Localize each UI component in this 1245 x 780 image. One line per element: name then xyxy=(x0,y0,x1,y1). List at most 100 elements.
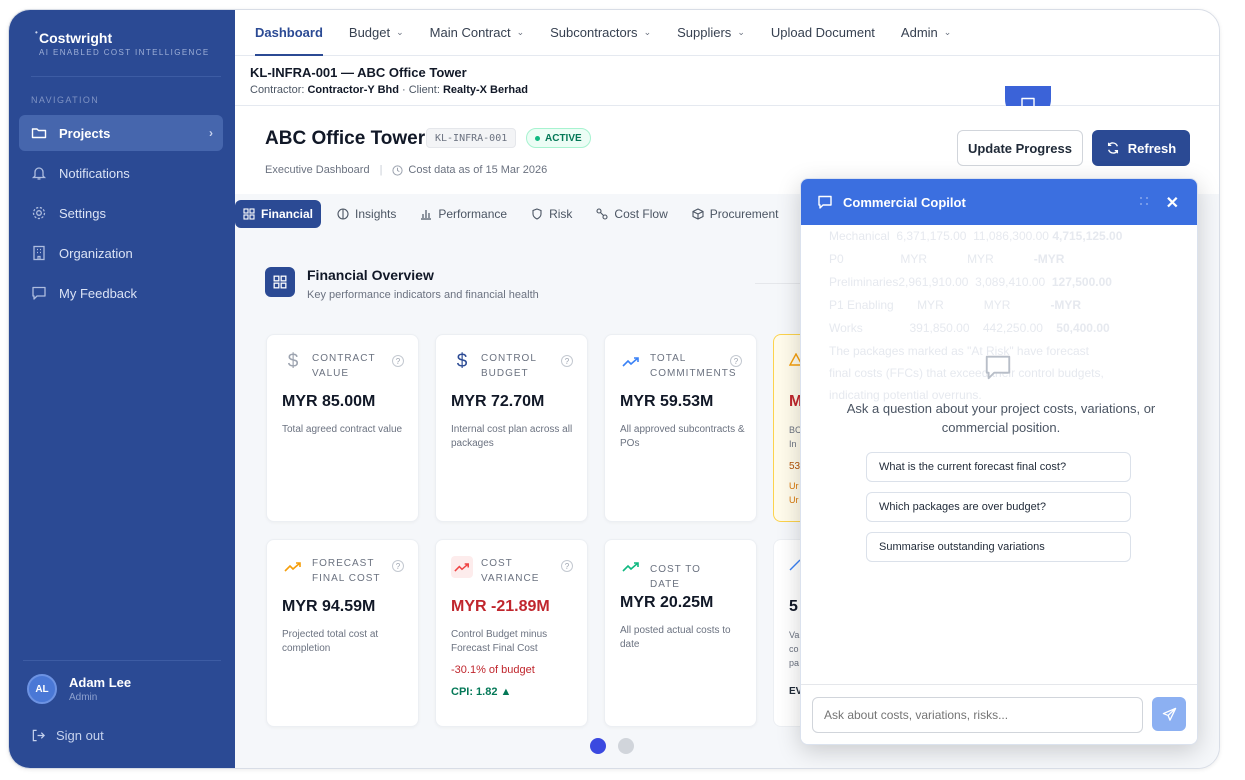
kpi-description: Projected total cost at completion xyxy=(282,629,379,654)
refresh-icon xyxy=(1106,141,1120,155)
kpi-card-control-budget[interactable]: $ CONTROL BUDGET ? MYR 72.70M Internal c… xyxy=(435,334,588,522)
cell: Works xyxy=(829,321,863,335)
sidebar-item-settings[interactable]: Settings xyxy=(19,195,223,231)
tab-admin[interactable]: Admin ⌄ xyxy=(901,10,951,56)
kpi-label: FORECAST FINAL COST xyxy=(312,558,381,584)
user-profile[interactable]: AL Adam Lee Admin xyxy=(27,674,131,704)
project-bar: KL-INFRA-001 — ABC Office Tower Contract… xyxy=(235,56,1219,122)
kpi-description: pa xyxy=(789,658,800,668)
cell: 391,850.00 xyxy=(909,321,970,335)
kpi-description: In xyxy=(789,439,797,449)
top-navigation: Dashboard Budget ⌄ Main Contract ⌄ Subcont… xyxy=(235,10,1219,56)
tab-cost-flow[interactable]: Cost Flow xyxy=(588,200,675,228)
kpi-card-cost-variance[interactable]: COST VARIANCE ? MYR -21.89M Control Budg… xyxy=(435,539,588,727)
kpi-value: MYR 94.59M xyxy=(282,598,376,615)
kpi-label: CONTRACT VALUE xyxy=(312,353,376,379)
page-title: ABC Office Tower xyxy=(265,128,426,149)
section-subtitle: Key performance indicators and financial… xyxy=(307,289,539,301)
brain-icon xyxy=(337,208,349,220)
cell: Mechanical xyxy=(829,229,890,243)
tab-budget[interactable]: Budget ⌄ xyxy=(349,10,404,56)
help-icon[interactable]: ? xyxy=(730,355,742,367)
cell: MYR xyxy=(983,298,1011,312)
cpi-value: CPI: 1.82 ▲ xyxy=(451,686,512,698)
refresh-button[interactable]: Refresh xyxy=(1092,130,1190,166)
tab-main-contract[interactable]: Main Contract ⌄ xyxy=(430,10,524,56)
tab-performance[interactable]: Performance xyxy=(412,200,515,228)
tab-dashboard[interactable]: Dashboard xyxy=(255,10,323,56)
cell: P1 Enabling xyxy=(829,298,894,312)
tab-label: Admin xyxy=(900,25,938,40)
help-icon[interactable]: ? xyxy=(392,355,404,367)
chevron-down-icon: ⌄ xyxy=(643,27,652,37)
kpi-description: co xyxy=(789,644,799,654)
copilot-input[interactable] xyxy=(812,697,1143,733)
tab-suppliers[interactable]: Suppliers ⌄ xyxy=(677,10,745,56)
suggestion-chip[interactable]: Summarise outstanding variations xyxy=(866,532,1131,562)
sidebar-item-label: Notifications xyxy=(59,165,130,181)
page-dot-active[interactable] xyxy=(590,738,606,754)
update-progress-button[interactable]: Update Progress xyxy=(957,130,1083,166)
copilot-footer xyxy=(801,684,1197,744)
kpi-card-contract-value[interactable]: $ CONTRACT VALUE ? MYR 85.00M Total agre… xyxy=(266,334,419,522)
suggestion-chip[interactable]: Which packages are over budget? xyxy=(866,492,1131,522)
cell: 3,089,410.00 xyxy=(975,275,1046,289)
help-icon[interactable]: ? xyxy=(392,560,404,572)
suggestion-chip[interactable]: What is the current forecast final cost? xyxy=(866,452,1131,482)
tab-financial[interactable]: Financial xyxy=(235,200,322,228)
faded-table-row: Works 391,850.00 442,250.00 50,400.00 xyxy=(829,321,1110,335)
sign-out-button[interactable]: Sign out xyxy=(31,728,104,743)
sidebar-item-my-feedback[interactable]: My Feedback xyxy=(19,275,223,311)
section-title: Financial Overview xyxy=(307,267,434,283)
sidebar-item-notifications[interactable]: Notifications xyxy=(19,155,223,191)
grid-icon xyxy=(243,208,255,220)
cell: -MYR xyxy=(1050,298,1082,312)
tab-insights[interactable]: Insights xyxy=(329,200,404,228)
tab-procurement[interactable]: Procurement xyxy=(684,200,787,228)
kpi-label: COST TO DATE xyxy=(650,564,701,590)
avatar: AL xyxy=(27,674,57,704)
brand-logo[interactable]: • Costwright AI ENABLED COST INTELLIGENC… xyxy=(35,28,210,57)
cell: 442,250.00 xyxy=(982,321,1043,335)
project-title: KL-INFRA-001 — ABC Office Tower xyxy=(250,65,467,80)
faded-table-row: Preliminaries2,961,910.00 3,089,410.00 1… xyxy=(829,275,1112,289)
tab-upload-document[interactable]: Upload Document xyxy=(771,10,875,56)
refresh-label: Refresh xyxy=(1127,140,1177,156)
sidebar-item-organization[interactable]: Organization xyxy=(19,235,223,271)
sidebar-item-label: Settings xyxy=(59,205,106,221)
cell: 6,371,175.00 xyxy=(896,229,967,243)
send-button[interactable] xyxy=(1152,697,1186,731)
kpi-description: Control Budget minus Forecast Final Cost xyxy=(451,629,548,654)
tab-subcontractors[interactable]: Subcontractors ⌄ xyxy=(550,10,651,56)
drag-handle-icon[interactable] xyxy=(1139,196,1149,206)
kpi-description: Total agreed contract value xyxy=(282,424,403,435)
copilot-title: Commercial Copilot xyxy=(843,194,966,210)
copilot-prompt: Ask a question about your project costs,… xyxy=(846,401,1156,435)
help-icon[interactable]: ? xyxy=(561,355,573,367)
cell: 127,500.00 xyxy=(1051,275,1112,289)
kpi-card-cost-to-date[interactable]: COST TO DATE MYR 20.25M All posted actua… xyxy=(604,539,757,727)
kpi-card-forecast-final-cost[interactable]: FORECAST FINAL COST ? MYR 94.59M Project… xyxy=(266,539,419,727)
tab-label: Procurement xyxy=(709,207,779,221)
tab-risk[interactable]: Risk xyxy=(523,200,580,228)
tab-label: Insights xyxy=(355,207,397,221)
tab-label: Budget xyxy=(348,25,391,40)
close-icon[interactable]: ✕ xyxy=(1166,193,1179,213)
cell: 11,086,300.00 xyxy=(973,229,1049,243)
cell: MYR xyxy=(917,298,944,312)
user-role: Admin xyxy=(69,692,98,703)
divider xyxy=(23,660,221,661)
clock-icon xyxy=(392,164,404,176)
sidebar-item-projects[interactable]: Projects › xyxy=(19,115,223,151)
contractor-name: Contractor-Y Bhd xyxy=(307,84,399,96)
sidebar-item-label: My Feedback xyxy=(59,285,138,301)
chevron-down-icon: ⌄ xyxy=(737,27,745,37)
page-dot[interactable] xyxy=(618,738,634,754)
kpi-card-total-commitments[interactable]: TOTAL COMMITMENTS ? MYR 59.53M All appro… xyxy=(604,334,757,522)
sidebar-item-label: Projects xyxy=(59,125,111,141)
dollar-icon: $ xyxy=(456,351,468,372)
cell: MYR xyxy=(967,252,994,266)
bell-icon xyxy=(31,165,47,181)
cell: MYR xyxy=(900,252,928,266)
help-icon[interactable]: ? xyxy=(561,560,573,572)
